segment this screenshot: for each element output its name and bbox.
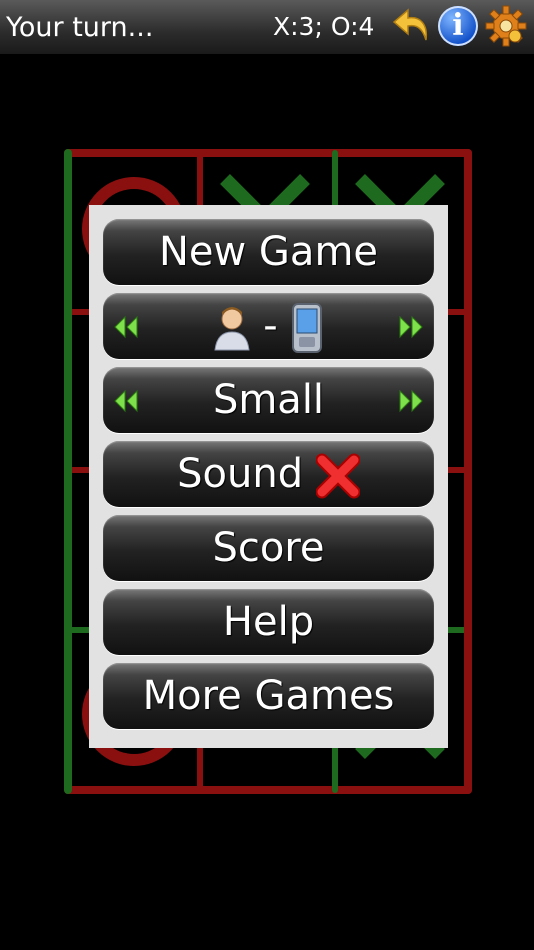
new-game-button[interactable]: New Game bbox=[103, 219, 434, 285]
board-size-label: Small bbox=[212, 377, 325, 423]
double-chevron-right-icon[interactable] bbox=[398, 387, 426, 415]
double-chevron-left-icon[interactable] bbox=[111, 313, 139, 341]
double-chevron-right-icon[interactable] bbox=[398, 313, 426, 341]
undo-icon[interactable] bbox=[390, 4, 434, 48]
info-icon[interactable]: i bbox=[438, 6, 478, 46]
gear-icon[interactable] bbox=[484, 4, 528, 48]
red-x-icon bbox=[315, 453, 360, 499]
score-display: X:3; O:4 bbox=[273, 12, 375, 41]
more-games-button[interactable]: More Games bbox=[103, 663, 434, 729]
status-bar: Your turn... X:3; O:4 i bbox=[0, 0, 534, 54]
score-button[interactable]: Score bbox=[103, 515, 434, 581]
turn-indicator: Your turn... bbox=[6, 12, 154, 43]
sound-label: Sound bbox=[177, 451, 304, 497]
double-chevron-left-icon[interactable] bbox=[111, 387, 139, 415]
main-menu: New Game - Small Sound Score Help More G… bbox=[89, 205, 448, 748]
sound-toggle-button[interactable]: Sound bbox=[103, 441, 434, 507]
game-mode-selector[interactable]: - bbox=[103, 293, 434, 359]
board-size-selector[interactable]: Small bbox=[103, 367, 434, 433]
help-button[interactable]: Help bbox=[103, 589, 434, 655]
phone-icon bbox=[292, 303, 323, 353]
person-icon bbox=[214, 307, 250, 351]
mode-separator: - bbox=[263, 303, 278, 349]
